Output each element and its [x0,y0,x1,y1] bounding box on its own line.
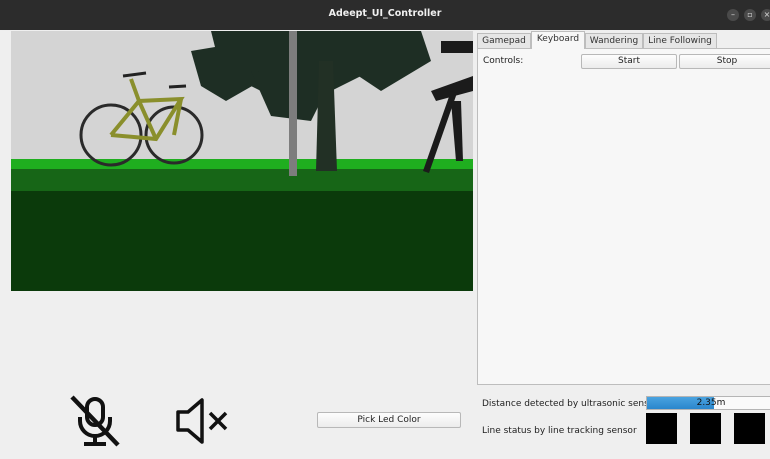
camera-scene [11,31,473,291]
app-window: Adeept_UI_Controller – ▫ × Gamepad Keybo… [0,0,770,459]
window-title: Adeept_UI_Controller [328,8,442,19]
distance-label: Distance detected by ultrasonic sensor: [482,399,661,409]
speaker-muted-icon[interactable] [172,396,230,449]
maximize-icon[interactable]: ▫ [744,9,756,21]
microphone-muted-icon[interactable] [68,393,124,452]
distance-value: 2.35m [696,398,726,408]
distance-progress-bar: 2.35m [646,396,770,410]
title-bar: Adeept_UI_Controller – ▫ × [0,0,770,30]
tab-bar: Gamepad Keyboard Wandering Line Followin… [477,31,770,49]
line-status-label: Line status by line tracking sensor [482,426,637,436]
line-indicator-right [734,413,765,444]
line-indicator-middle [690,413,721,444]
start-button[interactable]: Start [581,54,677,69]
pick-led-color-button[interactable]: Pick Led Color [317,412,461,428]
controls-label: Controls: [483,56,524,66]
camera-view [11,31,473,291]
close-icon[interactable]: × [761,9,770,21]
minimize-icon[interactable]: – [727,9,739,21]
line-indicator-left [646,413,677,444]
tab-keyboard[interactable]: Keyboard [531,31,585,49]
tab-line-following[interactable]: Line Following [643,33,717,48]
tab-gamepad[interactable]: Gamepad [477,33,531,48]
stop-button[interactable]: Stop [679,54,770,69]
tab-wandering[interactable]: Wandering [585,33,643,48]
keyboard-tab-panel: Controls: Start Stop [477,48,770,385]
